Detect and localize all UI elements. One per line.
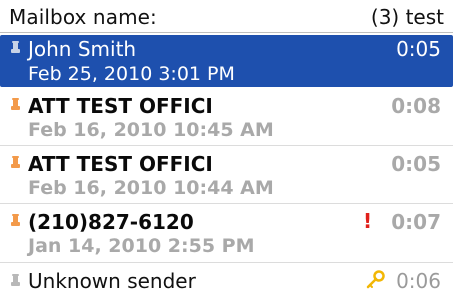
message-duration: 0:08 <box>391 94 441 118</box>
message-row[interactable]: (210)827-6120 ! 0:07 Jan 14, 2010 2:55 P… <box>0 206 453 260</box>
message-date: Jan 14, 2010 2:55 PM <box>28 235 255 257</box>
message-duration: 0:07 <box>391 210 441 234</box>
row-divider <box>0 262 453 263</box>
key-icon <box>365 270 385 294</box>
message-date: Feb 25, 2010 3:01 PM <box>28 63 235 85</box>
message-row[interactable]: John Smith 0:05 Feb 25, 2010 3:01 PM <box>0 35 453 87</box>
message-duration: 0:05 <box>391 152 441 176</box>
message-date: Feb 16, 2010 10:44 AM <box>28 177 274 199</box>
row-divider <box>0 145 453 146</box>
mailbox-name-label: Mailbox name: <box>9 5 157 29</box>
message-row[interactable]: Unknown sender 0:06 <box>0 264 453 294</box>
message-date: Feb 16, 2010 10:45 AM <box>28 119 274 141</box>
message-sender: ATT TEST OFFICI <box>28 94 213 118</box>
message-duration: 0:05 <box>396 37 441 61</box>
mailbox-header: Mailbox name: (3) test <box>0 0 453 33</box>
row-divider <box>0 203 453 204</box>
message-sender: ATT TEST OFFICI <box>28 152 213 176</box>
message-row[interactable]: ATT TEST OFFICI 0:08 Feb 16, 2010 10:45 … <box>0 90 453 142</box>
message-row[interactable]: ATT TEST OFFICI 0:05 Feb 16, 2010 10:44 … <box>0 148 453 200</box>
voicemail-unread-icon <box>11 156 20 168</box>
voicemail-read-icon <box>11 41 20 53</box>
urgent-priority-icon: ! <box>363 209 373 233</box>
message-sender: (210)827-6120 <box>28 210 194 234</box>
message-sender: John Smith <box>28 37 137 61</box>
message-sender: Unknown sender <box>28 269 196 293</box>
voicemail-unread-icon <box>11 98 20 110</box>
voicemail-unread-icon <box>11 214 20 226</box>
mailbox-name-value: (3) test <box>370 5 444 29</box>
voicemail-read-icon <box>11 274 20 286</box>
message-duration: 0:06 <box>396 269 441 293</box>
